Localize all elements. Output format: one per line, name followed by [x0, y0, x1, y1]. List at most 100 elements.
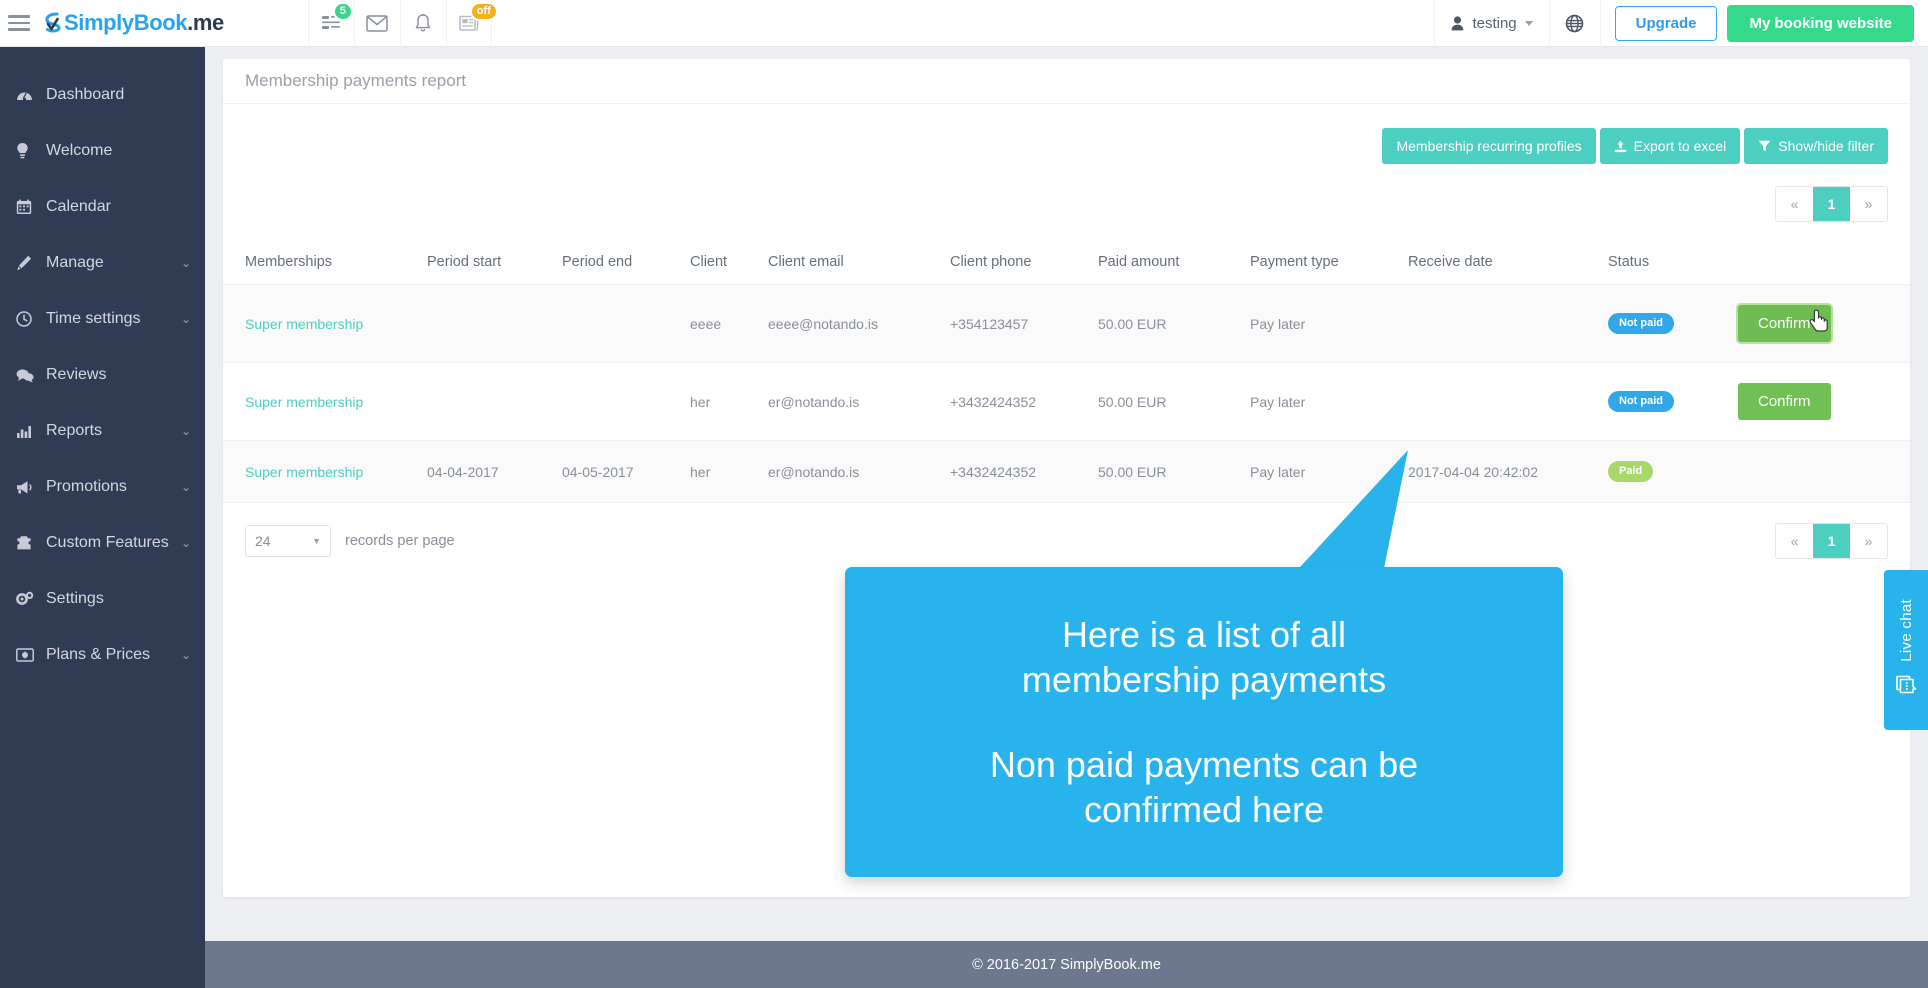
export-to-excel-button[interactable]: Export to excel — [1599, 128, 1741, 164]
hamburger-icon[interactable] — [8, 15, 30, 31]
newspaper-icon[interactable]: off — [445, 0, 498, 47]
pagination-next-button[interactable]: » — [1850, 187, 1887, 221]
sidebar-item-reports[interactable]: Reports ⌄ — [0, 403, 205, 459]
callout-line-4: confirmed here — [1083, 789, 1325, 830]
sidebar-item-reviews[interactable]: Reviews — [0, 347, 205, 403]
sidebar-item-label: Reports — [46, 422, 103, 439]
top-header-bar: SimplyBook .me 5 off testing Upgrade My … — [0, 0, 1928, 47]
membership-link[interactable]: Super membership — [245, 464, 363, 480]
col-period-end[interactable]: Period end — [556, 244, 684, 285]
upload-icon — [1614, 140, 1627, 153]
cell-payment-type: Pay later — [1244, 284, 1402, 363]
cell-period-end — [556, 362, 684, 441]
cell-client-email: er@notando.is — [762, 362, 944, 441]
cell-client: her — [684, 362, 762, 441]
sidebar-item-welcome[interactable]: Welcome — [0, 123, 205, 179]
sidebar-chevron-icon: ⌄ — [180, 312, 192, 326]
cell-status: Not paid — [1602, 284, 1732, 363]
table-row[interactable]: Super membership 04-04-2017 04-05-2017 h… — [223, 440, 1910, 503]
mouse-cursor-icon — [1809, 309, 1828, 332]
cell-client-phone: +3432424352 — [944, 362, 1092, 441]
sidebar-item-label: Settings — [46, 590, 104, 607]
export-label: Export to excel — [1633, 138, 1727, 154]
gears-icon — [16, 591, 46, 607]
cell-period-start — [421, 284, 556, 363]
mail-icon[interactable] — [353, 0, 400, 47]
sidebar-item-label: Reviews — [46, 366, 107, 383]
sidebar-item-dashboard[interactable]: Dashboard — [0, 67, 205, 123]
cell-action: Confirm — [1732, 362, 1910, 441]
col-client[interactable]: Client — [684, 244, 762, 285]
chat-icon — [1894, 672, 1918, 701]
col-client-phone[interactable]: Client phone — [944, 244, 1092, 285]
my-booking-website-button[interactable]: My booking website — [1727, 4, 1914, 42]
col-payment-type[interactable]: Payment type — [1244, 244, 1402, 285]
upgrade-button[interactable]: Upgrade — [1614, 5, 1718, 41]
globe-icon[interactable] — [1548, 0, 1601, 47]
newspaper-badge: off — [469, 1, 498, 21]
cell-paid-amount: 50.00 EUR — [1092, 440, 1244, 503]
sidebar-item-label: Dashboard — [46, 86, 125, 103]
cell-action: Confirm — [1732, 284, 1910, 363]
user-menu[interactable]: testing — [1434, 0, 1548, 47]
sidebar-item-custom-features[interactable]: Custom Features ⌄ — [0, 515, 205, 571]
records-per-page-label: records per page — [345, 533, 455, 549]
filter-label: Show/hide filter — [1778, 138, 1874, 154]
sidebar-item-manage[interactable]: Manage ⌄ — [0, 235, 205, 291]
sidebar-item-label: Calendar — [46, 198, 111, 215]
membership-recurring-profiles-button[interactable]: Membership recurring profiles — [1382, 128, 1596, 164]
records-per-page-group: 24 ▼ records per page — [245, 525, 455, 557]
sidebar-item-promotions[interactable]: Promotions ⌄ — [0, 459, 205, 515]
col-period-start[interactable]: Period start — [421, 244, 556, 285]
news-feed-icon[interactable]: 5 — [307, 0, 354, 47]
sidebar-item-calendar[interactable]: Calendar — [0, 179, 205, 235]
membership-link[interactable]: Super membership — [245, 394, 363, 410]
cell-client-phone: +3432424352 — [944, 440, 1092, 503]
money-icon — [16, 648, 46, 662]
pagination-prev-button[interactable]: « — [1776, 524, 1813, 558]
sidebar-chevron-icon: ⌄ — [180, 256, 192, 270]
comments-icon — [16, 368, 46, 383]
brand-name-primary: SimplyBook — [64, 10, 188, 35]
records-per-page-select[interactable]: 24 ▼ — [245, 525, 331, 557]
sidebar-chevron-icon: ⌄ — [180, 424, 192, 438]
col-memberships[interactable]: Memberships — [223, 244, 421, 285]
cell-paid-amount: 50.00 EUR — [1092, 284, 1244, 363]
card-header: Membership payments report — [223, 59, 1910, 104]
sidebar-item-plans-prices[interactable]: Plans & Prices ⌄ — [0, 627, 205, 683]
sidebar-item-time-settings[interactable]: Time settings ⌄ — [0, 291, 205, 347]
pagination-prev-button[interactable]: « — [1776, 187, 1813, 221]
header-right-group: testing Upgrade My booking website — [1434, 0, 1928, 47]
user-menu-label: testing — [1472, 14, 1517, 32]
chevron-down-icon — [1524, 20, 1533, 26]
brand-name-suffix: .me — [187, 10, 224, 35]
cell-status: Paid — [1602, 440, 1732, 503]
table-row[interactable]: Super membership eeee eeee@notando.is +3… — [223, 284, 1910, 363]
sidebar-item-label: Time settings — [46, 310, 141, 327]
pencil-icon — [16, 255, 46, 271]
sidebar-item-settings[interactable]: Settings — [0, 571, 205, 627]
table-row[interactable]: Super membership her er@notando.is +3432… — [223, 362, 1910, 441]
col-receive-date[interactable]: Receive date — [1402, 244, 1602, 285]
membership-link[interactable]: Super membership — [245, 316, 363, 332]
live-chat-button[interactable]: Live chat — [1884, 570, 1928, 730]
col-status[interactable]: Status — [1602, 244, 1732, 285]
bell-icon[interactable] — [399, 0, 446, 47]
footer: © 2016-2017 SimplyBook.me — [205, 941, 1928, 988]
sidebar-item-label: Manage — [46, 254, 104, 271]
cell-membership: Super membership — [223, 440, 421, 503]
megaphone-icon — [16, 480, 46, 495]
records-per-page-value: 24 — [255, 533, 271, 549]
bulb-icon — [16, 142, 46, 160]
calendar-icon — [16, 199, 46, 215]
col-client-email[interactable]: Client email — [762, 244, 944, 285]
pagination-next-button[interactable]: » — [1850, 524, 1887, 558]
footer-sidebar-spacer — [0, 941, 205, 988]
show-hide-filter-button[interactable]: Show/hide filter — [1744, 128, 1888, 164]
pagination-page-1[interactable]: 1 — [1813, 187, 1850, 221]
pagination-page-1[interactable]: 1 — [1813, 524, 1850, 558]
callout-line-2: membership payments — [1021, 659, 1387, 700]
confirm-button[interactable]: Confirm — [1738, 383, 1831, 420]
col-paid-amount[interactable]: Paid amount — [1092, 244, 1244, 285]
brand-logo[interactable]: SimplyBook .me — [44, 10, 224, 36]
